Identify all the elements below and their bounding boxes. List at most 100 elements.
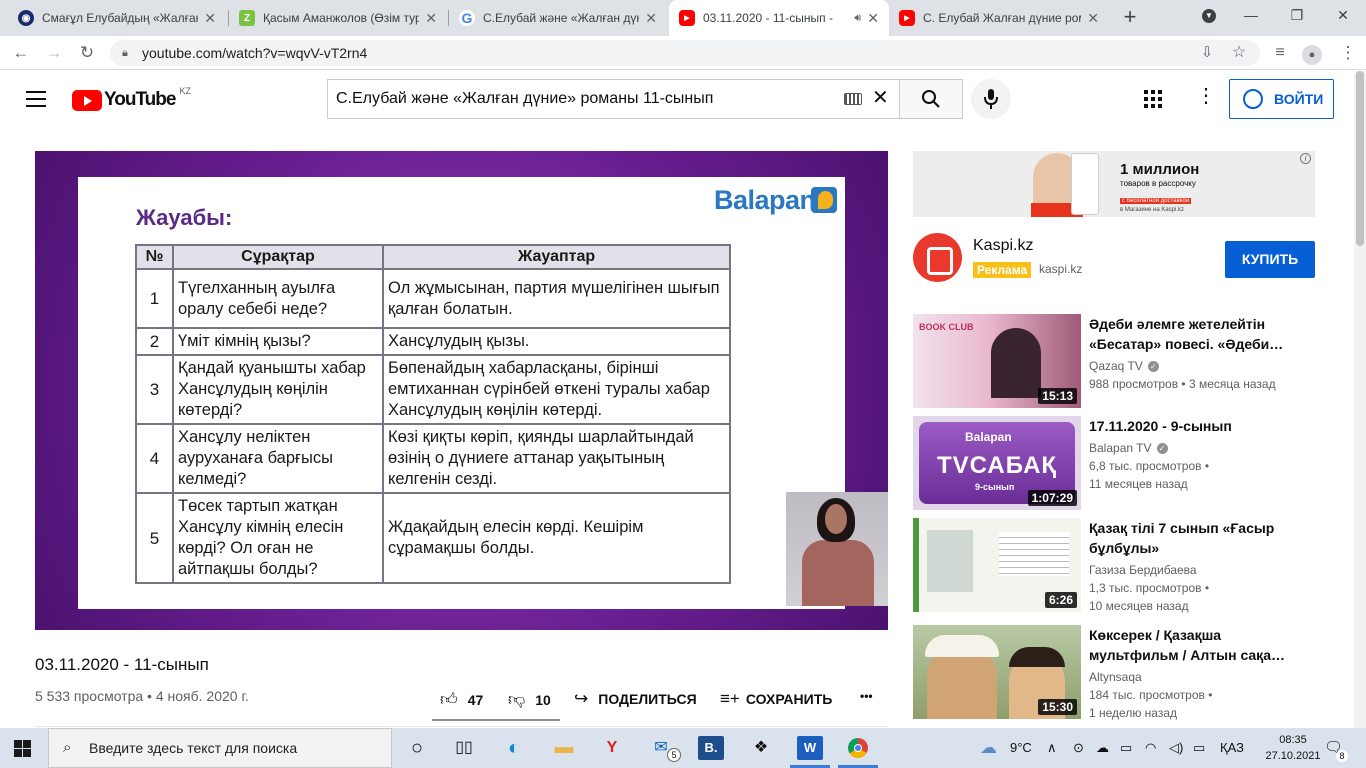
taskbar-clock[interactable]: 08:35 27.10.2021	[1263, 732, 1323, 764]
new-tab-button[interactable]: +	[1118, 6, 1142, 30]
rec-channel[interactable]: Balapan TV ✓	[1089, 441, 1168, 455]
search-button[interactable]	[899, 79, 963, 119]
kaspi-logo-icon[interactable]	[913, 233, 962, 282]
install-icon[interactable]: ⇩	[1195, 41, 1219, 65]
video-thumbnail[interactable]: Balapan TVСАБАҚ 9-сынып 1:07:29	[913, 416, 1081, 510]
ad-info-icon[interactable]: i	[1300, 153, 1311, 164]
voice-search-button[interactable]	[971, 79, 1011, 119]
speaker-icon[interactable]: 🔊︎	[854, 12, 861, 25]
close-icon[interactable]: ✕	[645, 10, 657, 27]
ad-banner-promo: с бесплатной доставкой	[1120, 198, 1192, 204]
video-thumbnail[interactable]: 6:26	[913, 518, 1081, 612]
recommended-video[interactable]: 15:30 Көксерек / Қазақша мультфильм / Ал…	[913, 625, 1333, 720]
mail-badge: 5	[667, 748, 681, 762]
volume-icon[interactable]: ◁)	[1169, 728, 1183, 768]
forward-button[interactable]: →	[42, 41, 66, 65]
minimize-button[interactable]: —	[1228, 0, 1274, 32]
video-thumbnail[interactable]: BOOK CLUB 15:13	[913, 314, 1081, 408]
media-control-icon[interactable]: ≡	[1268, 41, 1292, 65]
sign-in-button[interactable]: ВОЙТИ	[1229, 79, 1334, 119]
profile-icon[interactable]: ●	[1300, 41, 1324, 65]
logo-text: YouTube	[104, 89, 176, 110]
close-icon[interactable]: ✕	[204, 10, 216, 27]
keyboard-icon[interactable]	[844, 93, 862, 105]
rec-title: Қазақ тілі 7 сынып «Ғасыр бұлбұлы»	[1089, 520, 1275, 556]
video-duration: 6:26	[1044, 592, 1077, 608]
tray-device-icon[interactable]: ▭	[1120, 728, 1132, 768]
video-player[interactable]: Жауабы: Balapan № Сұрақтар Жауаптар 1 Тү…	[35, 151, 888, 630]
windows-start-icon[interactable]	[14, 740, 31, 757]
wifi-icon[interactable]: ◠	[1145, 728, 1156, 768]
cortana-icon[interactable]: ○	[404, 736, 430, 760]
thumbnail-character-hair	[1009, 647, 1065, 667]
windows-taskbar: ⌕ Введите здесь текст для поиска ○ ▯▯ ◐ …	[0, 728, 1366, 768]
weather-icon[interactable]: ☁	[980, 728, 997, 768]
clear-search-icon[interactable]: ✕	[872, 87, 889, 109]
video-thumbnail[interactable]: 15:30	[913, 625, 1081, 719]
menu-icon[interactable]	[26, 91, 46, 107]
page-scrollbar[interactable]	[1354, 71, 1366, 728]
settings-dots-icon[interactable]: ⋮	[1196, 86, 1216, 106]
task-view-icon[interactable]: ▯▯	[451, 736, 477, 760]
search-input[interactable]: С.Елубай және «Жалған дүние» романы 11-с…	[327, 79, 900, 119]
apps-grid-icon[interactable]	[1144, 90, 1162, 108]
buy-button[interactable]: КУПИТЬ	[1225, 241, 1315, 278]
like-button[interactable]: 👍︎ 47	[440, 689, 483, 710]
language-indicator[interactable]: ҚАЗ	[1220, 728, 1244, 768]
yandex-browser-icon[interactable]: Y	[599, 736, 625, 760]
browser-tab-4-active[interactable]: ▶ 03.11.2020 - 11-сынып - 🔊︎ ✕	[669, 0, 889, 36]
recommended-video[interactable]: Balapan TVСАБАҚ 9-сынып 1:07:29 17.11.20…	[913, 416, 1333, 510]
dislike-button[interactable]: 👎︎ 10	[508, 689, 551, 710]
taskbar-search-input[interactable]: ⌕ Введите здесь текст для поиска	[48, 728, 392, 768]
back-button[interactable]: ←	[9, 41, 33, 65]
row-number: 2	[135, 327, 174, 356]
b-app-icon[interactable]: B.	[698, 736, 724, 760]
notification-icon[interactable]: 🗨︎	[1324, 728, 1343, 768]
share-button[interactable]: ↪ ПОДЕЛИТЬСЯ	[574, 689, 697, 709]
taskbar-search-placeholder: Введите здесь текст для поиска	[89, 740, 298, 756]
browser-tab-1[interactable]: ◉ Смағұл Елубайдың «Жалған ✕	[8, 0, 226, 36]
recommended-video[interactable]: 6:26 Қазақ тілі 7 сынып «Ғасыр бұлбұлы» …	[913, 518, 1333, 613]
answer-cell: Ол жұмысынан, партия мүшелігінен шығып қ…	[382, 268, 731, 329]
table-header: Жауаптар	[382, 244, 731, 270]
chrome-icon[interactable]	[845, 736, 871, 760]
browser-tab-5[interactable]: ▶ С. Елубай Жалған дүние ром ✕	[889, 0, 1109, 36]
weather-temp[interactable]: 9°C	[1010, 728, 1032, 768]
onedrive-icon[interactable]: ☁	[1096, 728, 1109, 768]
balapan-logo-icon	[811, 187, 837, 213]
tray-app-icon[interactable]: ⊙	[1073, 728, 1084, 768]
youtube-logo[interactable]: YouTube KZ	[72, 86, 191, 111]
battery-icon[interactable]: ▭	[1193, 728, 1205, 768]
rec-channel[interactable]: Qazaq TV ✓	[1089, 359, 1159, 373]
recommended-video[interactable]: BOOK CLUB 15:13 Әдеби әлемге жетелейтін …	[913, 314, 1333, 408]
rec-channel[interactable]: Altynsaqa	[1089, 670, 1142, 684]
tab-title: С.Елубай және «Жалған дүн	[483, 11, 640, 25]
clock-time: 08:35	[1279, 734, 1307, 746]
tab-search-button[interactable]: ▼	[1186, 0, 1232, 32]
close-icon[interactable]: ✕	[425, 10, 437, 27]
reload-button[interactable]: ↻	[75, 41, 99, 65]
rec-channel[interactable]: Газиза Бердибаева	[1089, 563, 1197, 577]
more-actions-button[interactable]: •••	[860, 689, 873, 703]
bookmark-star-icon[interactable]: ☆	[1227, 41, 1251, 65]
close-window-button[interactable]: ✕	[1320, 0, 1366, 32]
maximize-button[interactable]: ❐	[1274, 0, 1320, 32]
tray-chevron-up-icon[interactable]: ∧	[1047, 728, 1057, 768]
ad-advertiser-name[interactable]: Kaspi.kz	[973, 237, 1033, 255]
browser-menu-icon[interactable]: ⋮	[1336, 41, 1360, 65]
save-button[interactable]: ≡+ СОХРАНИТЬ	[720, 689, 832, 709]
close-icon[interactable]: ✕	[1087, 10, 1099, 27]
youtube-header: YouTube KZ С.Елубай және «Жалған дүние» …	[0, 71, 1354, 127]
edge-icon[interactable]: ◐	[501, 736, 527, 760]
lock-icon[interactable]: 🔒︎	[122, 40, 128, 66]
file-explorer-icon[interactable]: ▬	[551, 736, 577, 760]
dropbox-icon[interactable]: ❖	[748, 736, 774, 760]
address-bar[interactable]: 🔒︎ youtube.com/watch?v=wqvV-vT2rn4	[110, 40, 1260, 66]
word-icon[interactable]: W	[797, 736, 823, 760]
close-icon[interactable]: ✕	[867, 10, 879, 27]
browser-tab-2[interactable]: Z Қасым Аманжолов (Өзім тур ✕	[229, 0, 447, 36]
browser-tab-3[interactable]: G С.Елубай және «Жалған дүн ✕	[449, 0, 667, 36]
ad-banner[interactable]: 1 миллион товаров в рассрочку с бесплатн…	[913, 151, 1315, 217]
scrollbar-thumb[interactable]	[1356, 71, 1364, 246]
sign-in-label: ВОЙТИ	[1274, 91, 1324, 107]
